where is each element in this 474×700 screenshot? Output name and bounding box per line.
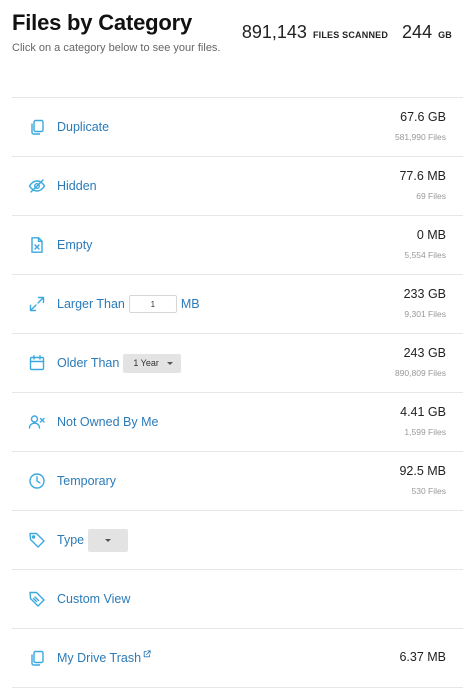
scan-stats: 891,143 FILES SCANNED 244 GB [242, 22, 452, 43]
category-row-duplicate[interactable]: Duplicate 67.6 GB 581,990 Files [12, 98, 463, 157]
category-size: 233 GB [403, 287, 446, 301]
category-size: 6.37 MB [399, 650, 446, 664]
category-count: 5,554 Files [404, 250, 446, 260]
tag-icon [28, 531, 46, 549]
size-threshold-input[interactable] [128, 295, 177, 313]
calendar-icon [28, 354, 46, 372]
category-size: 0 MB [416, 228, 446, 242]
category-size: 4.41 GB [400, 405, 446, 419]
chevron-down-icon [166, 361, 173, 365]
expand-icon [28, 295, 46, 313]
storage-value: 244 [402, 22, 433, 42]
category-count: 530 Files [411, 486, 447, 496]
category-row-empty[interactable]: Empty 0 MB 5,554 Files [12, 216, 463, 275]
category-count: 69 Files [416, 191, 446, 201]
clock-icon [28, 472, 46, 490]
category-row-custom-view[interactable]: Custom View [12, 570, 463, 629]
category-count: 9,301 Files [404, 309, 446, 319]
category-size: 243 GB [403, 346, 446, 360]
category-count: 890,809 Files [394, 368, 446, 378]
page-subtitle: Click on a category below to see your fi… [12, 42, 221, 54]
category-size: 92.5 MB [399, 464, 446, 478]
category-count: 1,599 Files [404, 427, 446, 437]
external-link-icon[interactable] [143, 650, 151, 658]
category-row-my-drive-trash[interactable]: My Drive Trash 6.37 MB [12, 629, 463, 688]
size-threshold-unit: MB [180, 297, 200, 311]
category-label-hidden[interactable]: Hidden [57, 179, 97, 193]
page-title: Files by Category [12, 10, 192, 35]
type-dropdown[interactable] [88, 528, 129, 552]
category-label-temporary[interactable]: Temporary [57, 474, 116, 488]
copy-icon [28, 118, 46, 136]
category-size: 77.6 MB [399, 169, 446, 183]
age-dropdown[interactable]: 1 Year [123, 353, 181, 373]
category-label-empty[interactable]: Empty [57, 238, 92, 252]
empty-file-icon [28, 236, 46, 254]
user-x-icon [28, 413, 46, 431]
category-list: Duplicate 67.6 GB 581,990 Files Hidden 7… [12, 97, 463, 688]
category-label-custom-view[interactable]: Custom View [57, 592, 130, 606]
category-label-not-owned-by-me[interactable]: Not Owned By Me [57, 415, 158, 429]
category-row-older-than[interactable]: Older Than 1 Year 243 GB 890,809 Files [12, 334, 463, 393]
eye-off-icon [28, 177, 46, 195]
category-size: 67.6 GB [400, 110, 446, 124]
category-label-larger-than[interactable]: Larger Than [57, 297, 125, 311]
category-row-temporary[interactable]: Temporary 92.5 MB 530 Files [12, 452, 463, 511]
category-row-larger-than[interactable]: Larger Than MB 233 GB 9,301 Files [12, 275, 463, 334]
category-label-type[interactable]: Type [57, 533, 84, 547]
category-label-older-than[interactable]: Older Than [57, 356, 119, 370]
storage-unit: GB [438, 30, 452, 40]
files-scanned-value: 891,143 [241, 22, 307, 42]
category-row-type[interactable]: Type [12, 511, 463, 570]
category-row-hidden[interactable]: Hidden 77.6 MB 69 Files [12, 157, 463, 216]
age-dropdown-value: 1 Year [133, 358, 159, 368]
trash-copy-icon [28, 649, 46, 667]
category-row-not-owned-by-me[interactable]: Not Owned By Me 4.41 GB 1,599 Files [12, 393, 463, 452]
category-label-duplicate[interactable]: Duplicate [57, 120, 109, 134]
category-count: 581,990 Files [394, 132, 446, 142]
category-label-my-drive-trash[interactable]: My Drive Trash [57, 651, 141, 665]
files-scanned-label: FILES SCANNED [312, 30, 389, 40]
custom-tag-icon [28, 590, 46, 608]
chevron-down-icon [105, 538, 112, 542]
header: Files by Category Click on a category be… [12, 8, 462, 68]
